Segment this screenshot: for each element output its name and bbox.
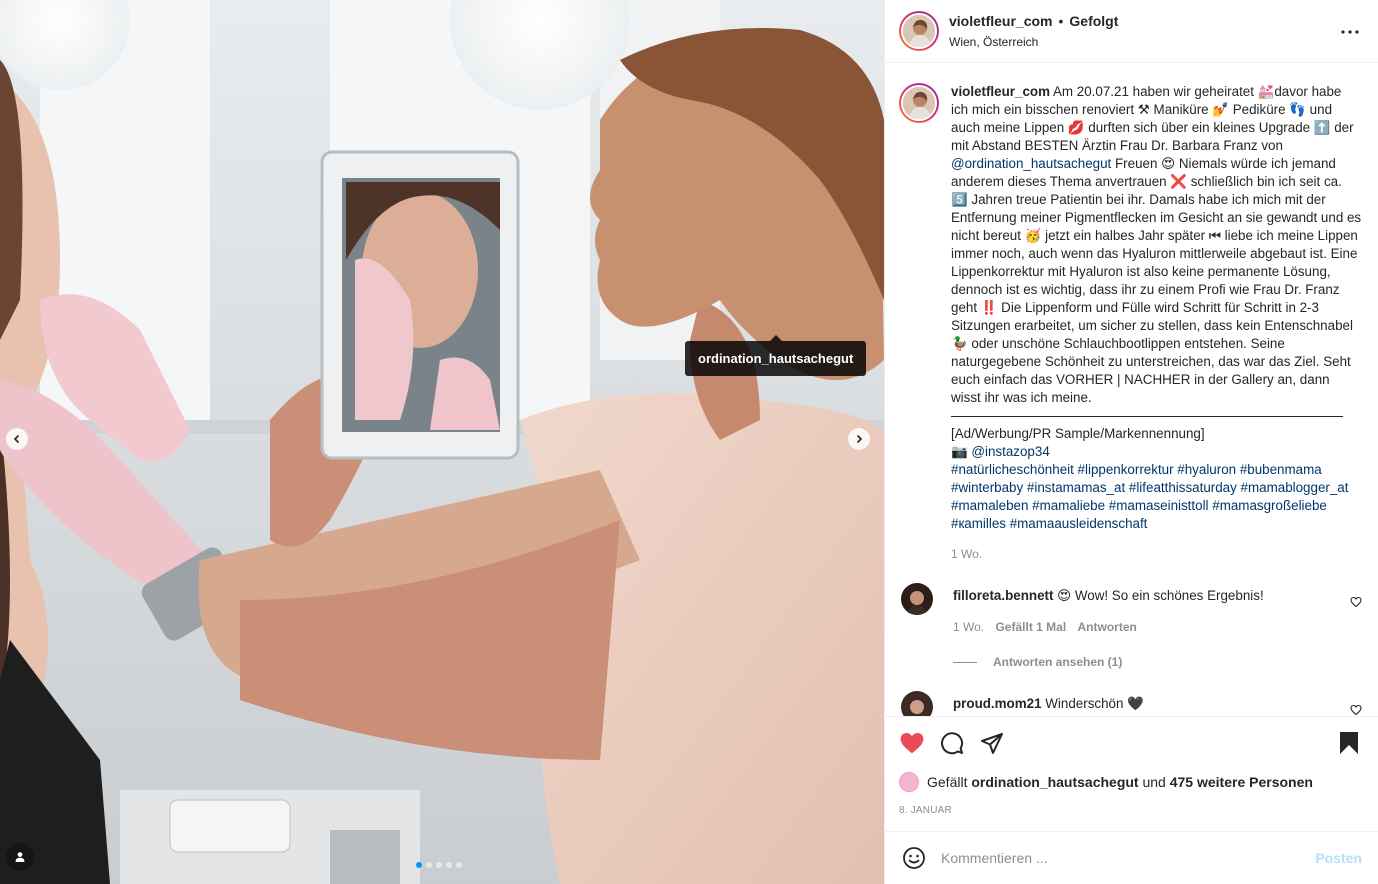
caption-username[interactable]: violetfleur_com (951, 84, 1050, 99)
comment-username[interactable]: filloreta.bennett (953, 588, 1053, 603)
comment-like-button[interactable] (1350, 595, 1362, 611)
post-comment-button[interactable]: Posten (1315, 850, 1362, 866)
avatar-image (903, 15, 935, 48)
chevron-left-icon (13, 434, 20, 444)
post-location[interactable]: Wien, Österreich (949, 35, 1118, 49)
post-date[interactable]: 8. JANUAR (899, 805, 1362, 816)
likes-summary: Gefällt ordination_hautsachegut und 475 … (899, 771, 1362, 792)
comment-item: filloreta.bennett 😍 Wow! So ein schönes … (899, 583, 1362, 634)
comment-item: proud.mom21 Winderschön 🖤 (899, 691, 1362, 716)
carousel-dot (446, 862, 452, 868)
comment-button[interactable] (939, 730, 965, 756)
avatar-image (903, 87, 935, 120)
avatar-image (901, 691, 933, 716)
heart-outline-icon (1350, 597, 1362, 608)
comment-age: 1 Wo. (953, 620, 985, 635)
caption-age: 1 Wo. (951, 547, 983, 562)
comment-text: Winderschön 🖤 (1045, 696, 1144, 712)
header-separator: • (1058, 13, 1064, 30)
heart-filled-icon (900, 732, 924, 754)
ad-disclosure: [Ad/Werbung/PR Sample/Markennennung] (951, 426, 1205, 442)
likes-mid: und (1142, 773, 1166, 790)
post-caption: violetfleur_com Am 20.07.21 haben wir ge… (899, 83, 1362, 533)
comment-body: filloreta.bennett 😍 Wow! So ein schönes … (953, 583, 1264, 634)
author-username[interactable]: violetfleur_com (949, 13, 1052, 29)
comment-likes[interactable]: Gefällt 1 Mal (995, 620, 1066, 634)
post-media[interactable]: ordination_hautsachegut (0, 0, 884, 884)
caption-divider (951, 416, 1343, 418)
post-photo (0, 0, 884, 884)
comments-list[interactable]: violetfleur_com Am 20.07.21 haben wir ge… (885, 63, 1378, 716)
carousel-indicators (416, 862, 462, 868)
add-comment-form: Posten (885, 830, 1378, 884)
likes-prefix: Gefällt (927, 773, 968, 790)
comment-icon (941, 732, 964, 754)
author-avatar[interactable] (899, 11, 939, 52)
follow-status-button[interactable]: Gefolgt (1069, 13, 1118, 29)
emoji-picker-button[interactable] (901, 845, 927, 871)
photo-credit-mention[interactable]: @instazop34 (971, 444, 1049, 459)
avatar-image (901, 583, 933, 616)
comment-like-button[interactable] (1350, 703, 1362, 716)
save-button[interactable] (1336, 730, 1362, 756)
user-tag-label[interactable]: ordination_hautsachegut (685, 335, 867, 376)
chevron-right-icon (856, 434, 863, 444)
post-sidebar: violetfleur_com • Gefolgt Wien, Österrei… (884, 0, 1378, 884)
photo-credit-line: 📷 @instazop34 (951, 443, 1362, 461)
caption-mention[interactable]: @ordination_hautsachegut (951, 156, 1111, 171)
share-button[interactable] (979, 730, 1005, 756)
more-horizontal-icon (1341, 30, 1359, 34)
view-replies-button[interactable]: Antworten ansehen (1) (953, 655, 1362, 669)
heart-outline-icon (1350, 705, 1362, 716)
share-icon (981, 732, 1003, 754)
caption-body-part-2: Freuen 😍 Niemals würde ich jemand andere… (951, 156, 1362, 406)
liker-avatar[interactable] (899, 771, 919, 792)
caption-author-avatar[interactable] (899, 83, 939, 124)
reply-button[interactable]: Antworten (1078, 620, 1137, 634)
post-actions: Gefällt ordination_hautsachegut und 475 … (885, 715, 1378, 831)
author-info: violetfleur_com • Gefolgt Wien, Österrei… (949, 13, 1118, 49)
carousel-dot (436, 862, 442, 868)
commenter-avatar[interactable] (901, 691, 933, 716)
comment-username[interactable]: proud.mom21 (953, 696, 1042, 711)
caption-hashtags[interactable]: #natürlicheschönheit #lippenkorrektur #h… (951, 461, 1362, 533)
likes-count-button[interactable]: 475 weitere Personen (1170, 774, 1313, 790)
comment-input[interactable] (941, 849, 1316, 866)
user-tag-icon (15, 852, 25, 862)
post-header: violetfleur_com • Gefolgt Wien, Österrei… (885, 0, 1378, 64)
carousel-next-button[interactable] (848, 428, 870, 450)
carousel-dot (416, 862, 422, 868)
comment-actions: 1 Wo. Gefällt 1 Mal Antworten (953, 620, 1264, 634)
carousel-dot (426, 862, 432, 868)
likes-username[interactable]: ordination_hautsachegut (971, 774, 1138, 790)
carousel-dot (456, 862, 462, 868)
carousel-prev-button[interactable] (6, 428, 28, 450)
bookmark-filled-icon (1340, 731, 1358, 754)
like-button[interactable] (899, 730, 925, 756)
caption-text: violetfleur_com Am 20.07.21 haben wir ge… (951, 83, 1362, 533)
camera-icon-text: 📷 (951, 444, 972, 460)
commenter-avatar[interactable] (901, 583, 933, 616)
action-icons (899, 729, 1362, 757)
smiley-icon (903, 846, 925, 869)
show-tags-button[interactable] (6, 843, 34, 871)
comment-text: 😍 Wow! So ein schönes Ergebnis! (1057, 588, 1264, 604)
more-options-button[interactable] (1340, 22, 1360, 42)
instagram-post: ordination_hautsachegut violetfleur_com … (0, 0, 1378, 884)
